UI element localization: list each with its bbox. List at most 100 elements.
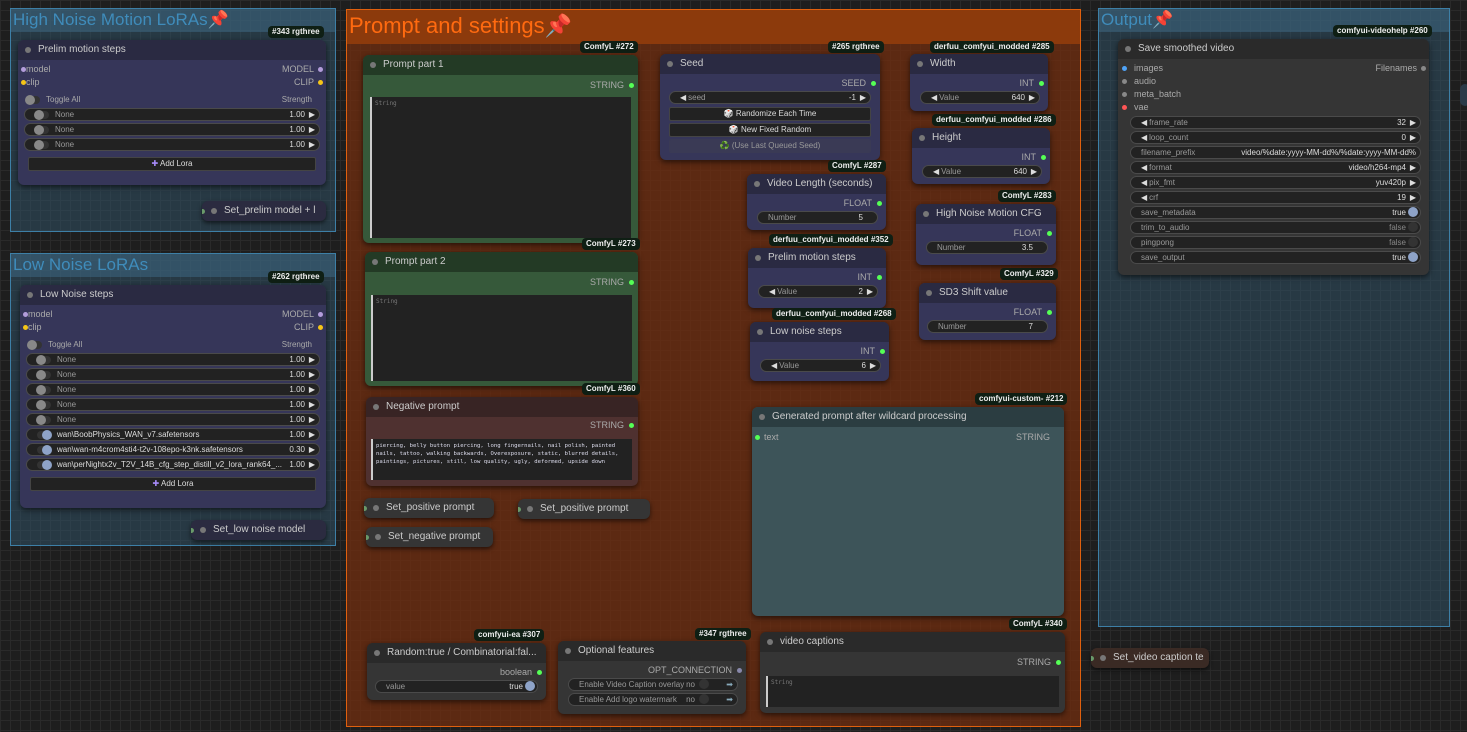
pix-fmt-select[interactable]: ◀ pix_fmt yuv420p ▶ [1130, 176, 1421, 189]
node-title[interactable]: Video Length (seconds) [747, 174, 886, 194]
video-captions-node[interactable]: video captions STRING String [760, 632, 1065, 713]
prelim-steps-value[interactable]: ◀ Value 2 ▶ [758, 285, 878, 298]
save-video-node[interactable]: Save smoothed video images Filenames audi… [1118, 39, 1429, 275]
width-value[interactable]: ◀ Value 640 ▶ [920, 91, 1040, 104]
video-length-node[interactable]: Video Length (seconds) FLOAT Number 5 [747, 174, 886, 230]
caption-overlay-toggle[interactable]: Enable Video Caption overlay no ➡ [568, 678, 738, 691]
output-float[interactable]: FLOAT [747, 197, 886, 210]
captions-textarea[interactable]: String [766, 676, 1059, 707]
last-seed-button[interactable]: ♻️ (Use Last Queued Seed) [669, 139, 871, 153]
save-metadata-toggle[interactable]: save_metadata true [1130, 206, 1421, 219]
output-opt-connection[interactable]: OPT_CONNECTION [558, 664, 746, 677]
input-clip[interactable]: clip CLIP [20, 321, 326, 334]
lora-row[interactable]: None 1.00 ▶ [24, 138, 320, 151]
node-title[interactable]: High Noise Motion CFG [916, 204, 1056, 224]
cfg-node[interactable]: High Noise Motion CFG FLOAT Number 3.5 [916, 204, 1056, 265]
output-int[interactable]: INT [750, 345, 889, 358]
negative-textarea[interactable]: piercing, belly button piercing, long fi… [371, 439, 632, 480]
offscreen-node-edge[interactable] [1460, 84, 1467, 106]
generated-prompt-node[interactable]: Generated prompt after wildcard processi… [752, 407, 1064, 616]
new-fixed-random-button[interactable]: 🎲 New Fixed Random [669, 123, 871, 137]
output-float[interactable]: FLOAT [919, 306, 1056, 319]
frame-rate-widget[interactable]: ◀ frame_rate 32 ▶ [1130, 116, 1421, 129]
input-clip[interactable]: clip CLIP [18, 76, 326, 89]
format-select[interactable]: ◀ format video/h264-mp4 ▶ [1130, 161, 1421, 174]
loop-count-widget[interactable]: ◀ loop_count 0 ▶ [1130, 131, 1421, 144]
node-title[interactable]: Width [910, 54, 1048, 74]
node-title[interactable]: Optional features [558, 641, 746, 661]
filename-prefix-input[interactable]: filename_prefix video/%date:yyyy-MM-dd%/%… [1130, 146, 1421, 159]
add-lora-button[interactable]: ✚ Add Lora [28, 157, 316, 171]
seed-widget[interactable]: ◀ seed -1 ▶ [669, 91, 871, 104]
node-title[interactable]: Negative prompt [366, 397, 638, 417]
output-int[interactable]: INT [912, 151, 1050, 164]
output-string[interactable]: STRING [760, 656, 1065, 669]
cfg-value[interactable]: Number 3.5 [926, 241, 1048, 254]
node-title[interactable]: Prelim motion steps [18, 40, 326, 60]
output-float[interactable]: FLOAT [916, 227, 1056, 240]
output-seed[interactable]: SEED [660, 77, 880, 90]
low-steps-value[interactable]: ◀ Value 6 ▶ [760, 359, 881, 372]
random-toggle[interactable]: value true [375, 680, 538, 693]
input-model[interactable]: model MODEL [18, 63, 326, 76]
set-positive-prompt-node[interactable]: Set_positive prompt [364, 498, 494, 518]
random-combinatorial-node[interactable]: Random:true / Combinatorial:fal... boole… [367, 643, 546, 700]
node-title[interactable]: Prompt part 1 [363, 55, 638, 75]
lora-row[interactable]: None 1.00 ▶ [24, 123, 320, 136]
pingpong-toggle[interactable]: pingpong false [1130, 236, 1421, 249]
input-vae[interactable]: vae [1118, 101, 1429, 114]
negative-prompt-node[interactable]: Negative prompt STRING piercing, belly b… [366, 397, 638, 486]
height-node[interactable]: Height INT ◀ Value 640 ▶ [912, 128, 1050, 184]
node-title[interactable]: SD3 Shift value [919, 283, 1056, 303]
set-video-caption-node[interactable]: Set_video caption te [1091, 648, 1209, 668]
lora-row[interactable]: wan\wan-m4crom4sti4-t2v-108epo-k3nk.safe… [26, 443, 320, 456]
node-title[interactable]: Low noise steps [750, 322, 889, 342]
input-meta-batch[interactable]: meta_batch [1118, 88, 1429, 101]
input-images[interactable]: images Filenames [1118, 62, 1429, 75]
node-title[interactable]: video captions [760, 632, 1065, 652]
save-output-toggle[interactable]: save_output true [1130, 251, 1421, 264]
set-negative-prompt-node[interactable]: Set_negative prompt [366, 527, 493, 547]
lora-row[interactable]: None 1.00 ▶ [26, 383, 320, 396]
input-audio[interactable]: audio [1118, 75, 1429, 88]
randomize-button[interactable]: 🎲 Randomize Each Time [669, 107, 871, 121]
lora-row[interactable]: wan\BoobPhysics_WAN_v7.safetensors 1.00 ▶ [26, 428, 320, 441]
crf-widget[interactable]: ◀ crf 19 ▶ [1130, 191, 1421, 204]
lora-row[interactable]: None 1.00 ▶ [26, 398, 320, 411]
trim-to-audio-toggle[interactable]: trim_to_audio false [1130, 221, 1421, 234]
sd3-shift-node[interactable]: SD3 Shift value FLOAT Number 7 [919, 283, 1056, 340]
set-prelim-node[interactable]: Set_prelim model + l [202, 201, 326, 221]
set-low-noise-node[interactable]: Set_low noise model [191, 520, 326, 540]
seed-node[interactable]: Seed SEED ◀ seed -1 ▶ 🎲 Randomize Each Time… [660, 54, 880, 160]
width-node[interactable]: Width INT ◀ Value 640 ▶ [910, 54, 1048, 111]
toggle-all[interactable]: Toggle All Strength [18, 93, 326, 106]
node-title[interactable]: Low Noise steps [20, 285, 326, 305]
output-int[interactable]: INT [910, 77, 1048, 90]
lora-row[interactable]: None 1.00 ▶ [26, 413, 320, 426]
node-title[interactable]: Seed [660, 54, 880, 74]
lora-row[interactable]: None 1.00 ▶ [26, 353, 320, 366]
node-title[interactable]: Generated prompt after wildcard processi… [752, 407, 1064, 427]
lora-row[interactable]: None 1.00 ▶ [26, 368, 320, 381]
set-positive-prompt-node-2[interactable]: Set_positive prompt [518, 499, 650, 519]
output-string[interactable]: STRING [363, 79, 638, 92]
output-int[interactable]: INT [748, 271, 886, 284]
prelim-lora-node[interactable]: Prelim motion steps model MODEL clip CLIP … [18, 40, 326, 185]
prompt-textarea[interactable]: String [370, 97, 631, 238]
prompt-part-2-node[interactable]: Prompt part 2 STRING String [365, 252, 638, 386]
video-length-value[interactable]: Number 5 [757, 211, 878, 224]
add-lora-button[interactable]: ✚ Add Lora [30, 477, 316, 491]
low-lora-node[interactable]: Low Noise steps model MODEL clip CLIP Togg… [20, 285, 326, 508]
input-text[interactable]: text STRING [752, 431, 1064, 444]
optional-features-node[interactable]: Optional features OPT_CONNECTION Enable … [558, 641, 746, 714]
prelim-steps-node[interactable]: Prelim motion steps INT ◀ Value 2 ▶ [748, 248, 886, 308]
logo-watermark-toggle[interactable]: Enable Add logo watermark no ➡ [568, 693, 738, 706]
lora-row[interactable]: None 1.00 ▶ [24, 108, 320, 121]
node-title[interactable]: Random:true / Combinatorial:fal... [367, 643, 546, 663]
prompt-textarea[interactable]: String [371, 295, 632, 381]
node-title[interactable]: Prelim motion steps [748, 248, 886, 268]
sd3-value[interactable]: Number 7 [927, 320, 1048, 333]
height-value[interactable]: ◀ Value 640 ▶ [922, 165, 1042, 178]
prompt-part-1-node[interactable]: Prompt part 1 STRING String [363, 55, 638, 243]
toggle-all[interactable]: Toggle All Strength [20, 338, 326, 351]
